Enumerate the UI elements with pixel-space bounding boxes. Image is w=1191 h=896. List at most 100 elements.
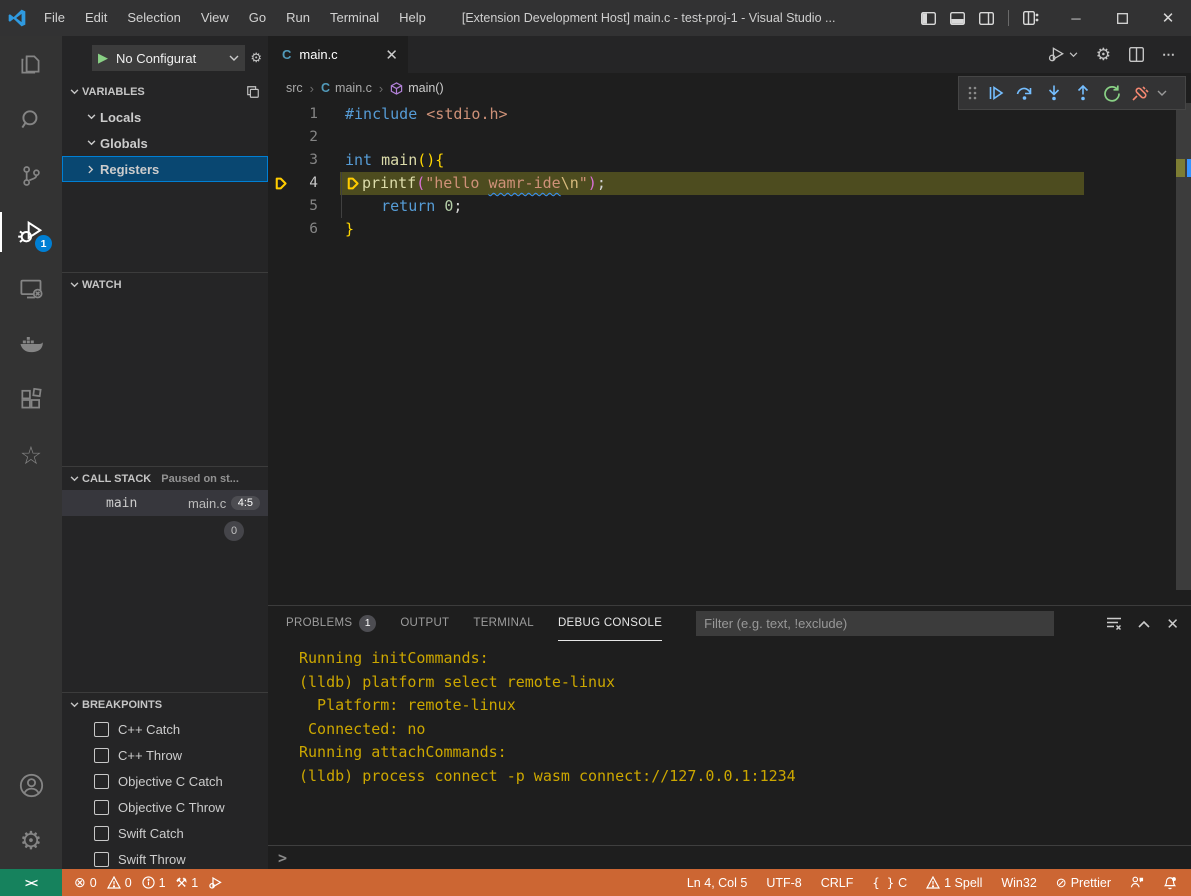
breakpoint-checkbox[interactable] <box>94 748 109 763</box>
disconnect-icon[interactable] <box>1126 79 1155 107</box>
toggle-panel-icon[interactable] <box>950 12 965 25</box>
breakpoint-row[interactable]: C++ Catch <box>62 716 268 742</box>
breakpoints-section-header[interactable]: BREAKPOINTS <box>62 692 268 716</box>
breakpoint-row[interactable]: Objective C Catch <box>62 768 268 794</box>
step-into-icon[interactable] <box>1039 79 1068 107</box>
panel-tab-debug-console[interactable]: DEBUG CONSOLE <box>558 606 662 641</box>
toolbar-grip-icon[interactable] <box>963 85 981 101</box>
variables-section-header[interactable]: VARIABLES <box>62 80 268 104</box>
debug-current-line-icon[interactable] <box>268 172 292 195</box>
glyph-margin[interactable] <box>268 218 292 241</box>
glyph-margin[interactable] <box>268 103 292 126</box>
code-line[interactable]: 3int main(){ <box>268 149 1191 172</box>
split-editor-icon[interactable] <box>1129 47 1144 62</box>
panel-tab-terminal[interactable]: TERMINAL <box>473 606 534 641</box>
stack-frame-row[interactable]: main main.c 4:5 <box>62 490 268 516</box>
variables-item-registers[interactable]: Registers <box>62 156 268 182</box>
extensions-icon[interactable] <box>0 372 62 428</box>
run-and-debug-icon[interactable]: 1 <box>0 204 62 260</box>
code-line[interactable]: 2 <box>268 126 1191 149</box>
variables-item-locals[interactable]: Locals <box>62 104 268 130</box>
breadcrumb-item[interactable]: main() <box>408 81 443 95</box>
glyph-margin[interactable] <box>268 149 292 172</box>
breakpoint-checkbox[interactable] <box>94 826 109 841</box>
editor-scrollbar[interactable] <box>1176 103 1191 590</box>
panel-tab-output[interactable]: OUTPUT <box>400 606 449 641</box>
breakpoint-checkbox[interactable] <box>94 800 109 815</box>
open-launch-config-icon[interactable]: ⚙ <box>250 50 262 66</box>
status-0-item[interactable]: ⊗0 <box>74 874 97 891</box>
explorer-icon[interactable] <box>0 36 62 92</box>
status-win32-item[interactable]: Win32 <box>1001 876 1036 890</box>
menu-edit[interactable]: Edit <box>75 0 117 36</box>
minimize-button[interactable]: ─ <box>1053 0 1099 36</box>
maximize-panel-icon[interactable] <box>1138 620 1150 628</box>
status-bell-item[interactable] <box>1163 876 1177 890</box>
close-tab-icon[interactable]: ✕ <box>385 46 398 64</box>
code-line[interactable]: 4printf("hello wamr-ide\n"); <box>268 172 1191 195</box>
menu-help[interactable]: Help <box>389 0 436 36</box>
run-or-debug-icon[interactable] <box>1047 46 1078 63</box>
console-prompt[interactable]: > <box>278 849 287 867</box>
breakpoint-row[interactable]: Objective C Throw <box>62 794 268 820</box>
menu-run[interactable]: Run <box>276 0 320 36</box>
status-1-item[interactable]: ⚒1 <box>176 875 199 891</box>
start-debug-icon[interactable]: ▶ <box>98 50 108 66</box>
breakpoint-checkbox[interactable] <box>94 852 109 867</box>
source-control-icon[interactable] <box>0 148 62 204</box>
wamr-ide-icon[interactable]: ☆ <box>0 428 62 484</box>
status-prettier-item[interactable]: ⊘Prettier <box>1056 875 1111 891</box>
status-crlf-item[interactable]: CRLF <box>821 876 854 890</box>
more-actions-icon[interactable]: ⋯ <box>1162 47 1175 63</box>
toggle-secondary-sidebar-icon[interactable] <box>979 12 994 25</box>
code-editor[interactable]: 1#include <stdio.h>23int main(){4printf(… <box>268 103 1191 605</box>
tab-main-c[interactable]: C main.c ✕ <box>268 36 408 73</box>
close-panel-icon[interactable]: ✕ <box>1166 615 1179 633</box>
settings-gear-icon[interactable]: ⚙ <box>0 813 62 869</box>
status-debug-item[interactable] <box>208 876 223 890</box>
close-button[interactable]: ✕ <box>1145 0 1191 36</box>
clear-console-icon[interactable] <box>1106 616 1122 631</box>
remote-explorer-icon[interactable] <box>0 260 62 316</box>
call-stack-section-header[interactable]: CALL STACK Paused on st... <box>62 466 268 490</box>
docker-icon[interactable] <box>0 316 62 372</box>
watch-section-header[interactable]: WATCH <box>62 272 268 296</box>
step-out-icon[interactable] <box>1068 79 1097 107</box>
console-filter-input[interactable] <box>696 611 1054 636</box>
debug-console-output[interactable]: Running initCommands:(lldb) platform sel… <box>268 641 1191 788</box>
code-line[interactable]: 5 return 0; <box>268 195 1191 218</box>
status-utf-8-item[interactable]: UTF-8 <box>766 876 801 890</box>
breadcrumb-item[interactable]: src <box>286 81 303 95</box>
toggle-sidebar-icon[interactable] <box>921 12 936 25</box>
search-icon[interactable] <box>0 92 62 148</box>
glyph-margin[interactable] <box>268 126 292 149</box>
step-over-icon[interactable] <box>1010 79 1039 107</box>
breakpoint-checkbox[interactable] <box>94 774 109 789</box>
account-icon[interactable] <box>0 757 62 813</box>
continue-icon[interactable] <box>981 79 1010 107</box>
restart-icon[interactable] <box>1097 79 1126 107</box>
customize-layout-icon[interactable] <box>1023 11 1039 25</box>
status-c-item[interactable]: { }C <box>872 876 907 890</box>
menu-file[interactable]: File <box>34 0 75 36</box>
menu-selection[interactable]: Selection <box>117 0 190 36</box>
status-1-item[interactable]: 1 <box>142 876 166 890</box>
menu-terminal[interactable]: Terminal <box>320 0 389 36</box>
breakpoint-checkbox[interactable] <box>94 722 109 737</box>
variables-item-globals[interactable]: Globals <box>62 130 268 156</box>
maximize-button[interactable] <box>1099 0 1145 36</box>
code-line[interactable]: 6} <box>268 218 1191 241</box>
status-0-item[interactable]: 0 <box>107 876 132 890</box>
status-feedback-item[interactable] <box>1130 876 1144 889</box>
breakpoint-row[interactable]: C++ Throw <box>62 742 268 768</box>
menu-go[interactable]: Go <box>239 0 276 36</box>
copy-value-icon[interactable] <box>246 85 260 99</box>
debug-toolbar-more-icon[interactable] <box>1157 90 1167 97</box>
configure-gear-icon[interactable]: ⚙ <box>1096 45 1111 65</box>
menu-view[interactable]: View <box>191 0 239 36</box>
debug-toolbar[interactable] <box>958 76 1186 110</box>
status-ln-4-col-5-item[interactable]: Ln 4, Col 5 <box>687 876 747 890</box>
breadcrumb-item[interactable]: main.c <box>335 81 372 95</box>
panel-tab-problems[interactable]: PROBLEMS1 <box>286 606 376 641</box>
glyph-margin[interactable] <box>268 195 292 218</box>
